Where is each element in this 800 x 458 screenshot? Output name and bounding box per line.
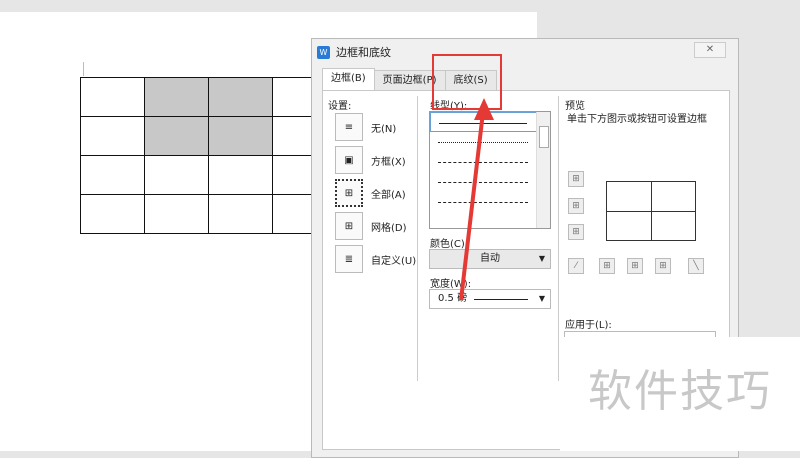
watermark: 软件技巧 bbox=[560, 337, 800, 451]
